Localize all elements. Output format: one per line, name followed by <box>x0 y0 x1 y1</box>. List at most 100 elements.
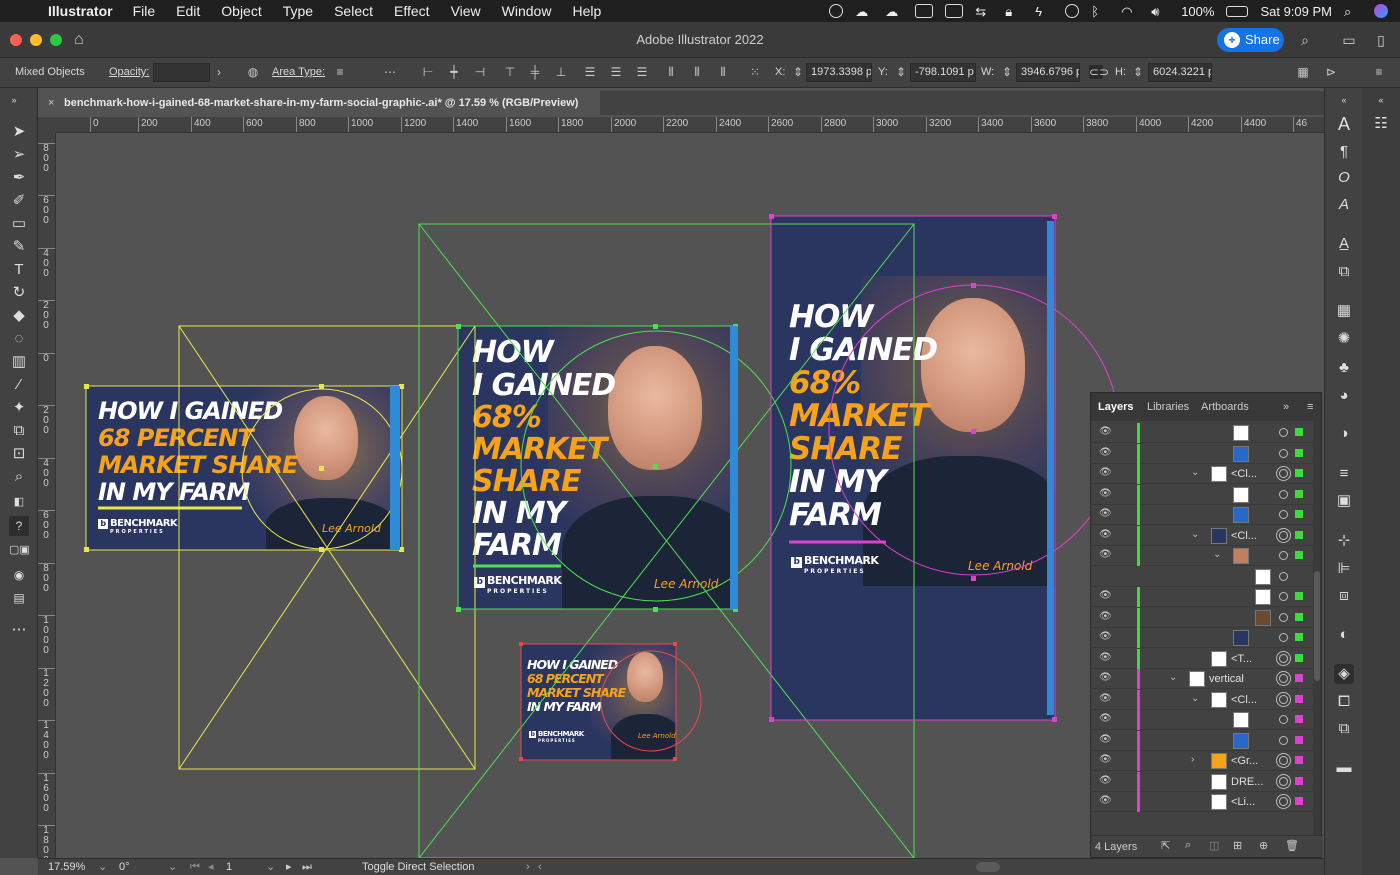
draw-mode-icon[interactable]: ◉ <box>9 565 29 585</box>
selection-indicator[interactable] <box>1295 428 1303 436</box>
layers-scrollbar[interactable] <box>1313 421 1321 837</box>
transform-options-icon[interactable]: ⊳ <box>1324 65 1338 79</box>
disclosure-triangle-icon[interactable]: ⌄ <box>1191 529 1199 540</box>
layer-name[interactable]: <Cl... <box>1231 694 1257 706</box>
gradient-tool-icon[interactable]: ▥ <box>9 352 29 372</box>
new-layer-icon[interactable]: ⊕ <box>1259 839 1268 852</box>
y-field[interactable]: -798.1091 p <box>910 63 976 82</box>
layer-row[interactable]: 👁︎ <box>1091 628 1313 648</box>
menu-edit[interactable]: Edit <box>176 3 200 19</box>
selection-indicator[interactable] <box>1295 694 1303 703</box>
artboard-number[interactable]: 1 <box>226 860 232 875</box>
close-tab-icon[interactable]: × <box>48 91 54 115</box>
share-button[interactable]: + Share <box>1217 28 1284 52</box>
visibility-eye-icon[interactable]: 👁︎ <box>1099 652 1112 663</box>
app-menu[interactable]: Illustrator <box>48 3 113 19</box>
export-icon[interactable]: ⇱ <box>1161 839 1170 852</box>
document-tab[interactable]: × benchmark-how-i-gained-68-market-share… <box>44 91 600 115</box>
visibility-eye-icon[interactable]: 👁︎ <box>1099 734 1112 745</box>
arrange-icon[interactable]: ▦ <box>1296 65 1310 79</box>
visibility-eye-icon[interactable]: 👁︎ <box>1099 427 1112 437</box>
headline-line-4[interactable]: IN MY FARM <box>527 700 602 714</box>
align-left-icon[interactable]: ⊢ <box>421 65 435 79</box>
disclosure-triangle-icon[interactable]: ⌄ <box>1213 549 1221 560</box>
headline-line-1[interactable]: HOW <box>472 338 554 368</box>
visibility-eye-icon[interactable]: 👁︎ <box>1099 509 1112 519</box>
visibility-eye-icon[interactable]: 👁︎ <box>1099 611 1112 622</box>
visibility-eye-icon[interactable]: 👁︎ <box>1099 673 1112 683</box>
headline-line-6[interactable]: IN MY <box>789 467 887 498</box>
headline-line-4[interactable]: IN MY FARM <box>98 480 250 504</box>
paragraph-panel-icon[interactable]: ¶ <box>1334 142 1354 162</box>
distribute-left-icon[interactable]: ⫴ <box>664 65 678 79</box>
bluetooth-icon[interactable]: ᛒ <box>1091 4 1109 19</box>
visibility-eye-icon[interactable]: 👁︎ <box>1099 591 1112 601</box>
color-guide-icon[interactable]: ◐ <box>1334 625 1354 645</box>
distribute-vcenter-icon[interactable]: ☰ <box>609 65 623 79</box>
y-stepper-icon[interactable]: ⇕ <box>894 65 908 79</box>
artboard-small[interactable]: HOW I GAINED 68 PERCENT MARKET SHARE IN … <box>521 644 676 760</box>
layer-name[interactable]: <T... <box>1231 653 1252 665</box>
rotate-tool-icon[interactable]: ↻ <box>9 283 29 303</box>
collapse-tools-icon[interactable]: » <box>4 90 24 110</box>
layer-name[interactable]: DRE... <box>1231 776 1263 788</box>
text-options-icon[interactable]: ≡ <box>333 65 347 79</box>
time-machine-icon[interactable] <box>1065 4 1080 18</box>
status-menu-icon[interactable]: › <box>526 860 530 875</box>
wifi-icon[interactable]: ◠ <box>1121 4 1139 19</box>
opacity-field[interactable] <box>153 63 210 82</box>
headline-line-3[interactable]: 68% <box>789 368 861 399</box>
target-circle-icon[interactable] <box>1279 489 1288 499</box>
h-stepper-icon[interactable]: ⇕ <box>1131 65 1145 79</box>
artboard-landscape[interactable]: HOW I GAINED 68 PERCENT MARKET SHARE IN … <box>86 386 402 550</box>
siri-icon[interactable] <box>1374 4 1388 18</box>
search-icon[interactable]: ⌕ <box>1296 31 1314 49</box>
target-circle-icon[interactable] <box>1279 428 1288 437</box>
selection-indicator[interactable] <box>1295 448 1303 457</box>
headline-line-7[interactable]: FARM <box>472 531 562 561</box>
target-circle-icon[interactable] <box>1279 633 1288 642</box>
selection-indicator[interactable] <box>1295 756 1303 764</box>
target-circle-icon[interactable] <box>1279 571 1288 581</box>
selection-indicator[interactable] <box>1295 797 1303 805</box>
headline-line-3[interactable]: MARKET SHARE <box>98 453 298 477</box>
gradient-panel-icon[interactable]: ▣ <box>1334 491 1354 511</box>
headline-line-1[interactable]: HOW I GAINED <box>98 399 283 423</box>
visibility-eye-icon[interactable]: 👁︎ <box>1099 796 1112 806</box>
eraser-tool-icon[interactable]: ◆ <box>9 306 29 326</box>
headline-line-6[interactable]: IN MY <box>472 499 566 529</box>
visibility-eye-icon[interactable]: 👁︎ <box>1099 693 1112 704</box>
visibility-eye-icon[interactable]: 👁︎ <box>1099 775 1112 786</box>
selection-indicator[interactable] <box>1295 633 1303 641</box>
stroke-panel-icon[interactable]: ≡ <box>1334 464 1354 484</box>
visibility-eye-icon[interactable]: 👁︎ <box>1099 529 1112 540</box>
zoom-dropdown-icon[interactable]: ⌄ <box>98 860 107 875</box>
visibility-eye-icon[interactable]: 👁︎ <box>1099 632 1112 642</box>
headline-line-2[interactable]: 68 PERCENT <box>527 672 604 686</box>
layer-name[interactable]: vertical <box>1209 673 1244 685</box>
menu-effect[interactable]: Effect <box>394 3 430 19</box>
layer-row[interactable]: 👁︎ ⌄ <Cl... <box>1091 525 1313 546</box>
visibility-eye-icon[interactable]: 👁︎ <box>1099 447 1112 458</box>
workspace-switcher-icon[interactable]: ▭ <box>1340 31 1358 49</box>
headline-line-5[interactable]: SHARE <box>472 467 582 497</box>
menu-select[interactable]: Select <box>334 3 373 19</box>
vertical-ruler[interactable]: 800 600 400 200 0 200 400 600 800 1000 1200 1400 160… <box>38 133 56 858</box>
target-circle-icon[interactable] <box>1279 530 1288 540</box>
paintbrush-tool-icon[interactable]: ✎ <box>9 237 29 257</box>
curvature-tool-icon[interactable]: ✐ <box>9 191 29 211</box>
help-tool-icon[interactable]: ? <box>9 516 29 536</box>
make-clipping-mask-icon[interactable]: ◫ <box>1209 839 1219 852</box>
visibility-eye-icon[interactable]: 👁︎ <box>1099 488 1112 499</box>
screen-mode-icon[interactable]: ▤ <box>9 588 29 608</box>
visibility-eye-icon[interactable]: 👁︎ <box>1099 550 1112 560</box>
headline-line-3[interactable]: 68% <box>472 403 542 433</box>
selection-indicator[interactable] <box>1295 489 1303 498</box>
selection-indicator[interactable] <box>1295 612 1303 621</box>
align-top-icon[interactable]: ⊤ <box>503 65 517 79</box>
layer-name[interactable]: <Li... <box>1231 796 1255 808</box>
x-stepper-icon[interactable]: ⇕ <box>791 65 805 79</box>
horizontal-scroll-thumb[interactable] <box>976 862 1000 872</box>
fill-stroke-icon[interactable]: ◧ <box>9 492 29 512</box>
character-panel-icon[interactable]: A <box>1334 114 1354 134</box>
